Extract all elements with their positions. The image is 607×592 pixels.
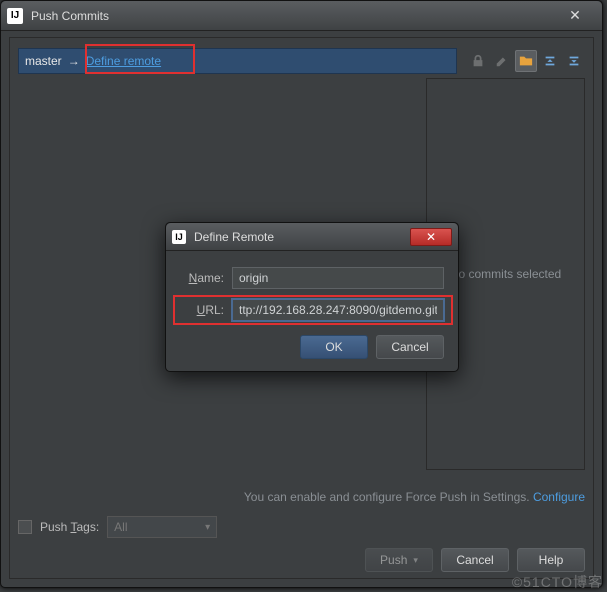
push-tags-row: Push Tags: All (18, 516, 217, 538)
help-button[interactable]: Help (517, 548, 585, 572)
branch-name: master (25, 54, 62, 68)
top-row: master → Define remote (18, 48, 585, 74)
bottom-buttons: Push Cancel Help (365, 548, 585, 572)
configure-link[interactable]: Configure (533, 490, 585, 504)
name-label-mnemonic: N (189, 271, 198, 285)
url-row: URL: (180, 299, 444, 321)
no-commits-placeholder: No commits selected (450, 267, 561, 281)
edit-icon[interactable] (491, 50, 513, 72)
force-push-hint: You can enable and configure Force Push … (10, 490, 585, 504)
dialog-title: Define Remote (194, 230, 410, 244)
push-tags-combo[interactable]: All (107, 516, 217, 538)
name-label-rest: ame: (197, 271, 224, 285)
push-tags-label-pre: Push (40, 520, 70, 534)
url-input[interactable] (232, 299, 444, 321)
push-commits-titlebar[interactable]: IJ Push Commits ✕ (1, 1, 602, 31)
url-label-mnemonic: U (197, 303, 206, 317)
app-icon: IJ (7, 8, 23, 24)
expand-icon[interactable] (563, 50, 585, 72)
arrow-icon: → (68, 54, 80, 68)
push-tags-label-post: ags: (76, 520, 99, 534)
ok-button[interactable]: OK (300, 335, 368, 359)
define-remote-titlebar[interactable]: IJ Define Remote ✕ (166, 223, 458, 251)
lock-icon[interactable] (467, 50, 489, 72)
push-tags-combo-value: All (114, 520, 127, 534)
url-label-rest: RL: (205, 303, 224, 317)
collapse-icon[interactable] (539, 50, 561, 72)
name-row: Name: (180, 267, 444, 289)
define-remote-body: Name: URL: OK Cancel (166, 251, 458, 371)
push-tags-checkbox[interactable] (18, 520, 32, 534)
define-remote-dialog: IJ Define Remote ✕ Name: URL: OK Cancel (165, 222, 459, 372)
folder-icon[interactable] (515, 50, 537, 72)
url-label: URL: (180, 303, 232, 317)
push-button[interactable]: Push (365, 548, 433, 572)
window-title: Push Commits (31, 9, 554, 23)
name-label: Name: (180, 271, 232, 285)
close-icon[interactable]: ✕ (410, 228, 452, 246)
hint-text: You can enable and configure Force Push … (244, 490, 533, 504)
cancel-button[interactable]: Cancel (376, 335, 444, 359)
app-icon: IJ (172, 230, 186, 244)
cancel-button[interactable]: Cancel (441, 548, 509, 572)
push-tags-label: Push Tags: (40, 520, 99, 534)
define-remote-link[interactable]: Define remote (86, 54, 161, 68)
branch-bar[interactable]: master → Define remote (18, 48, 457, 74)
name-input[interactable] (232, 267, 444, 289)
right-toolbar (467, 48, 585, 74)
close-icon[interactable]: ✕ (554, 6, 596, 26)
dialog-buttons: OK Cancel (180, 335, 444, 359)
